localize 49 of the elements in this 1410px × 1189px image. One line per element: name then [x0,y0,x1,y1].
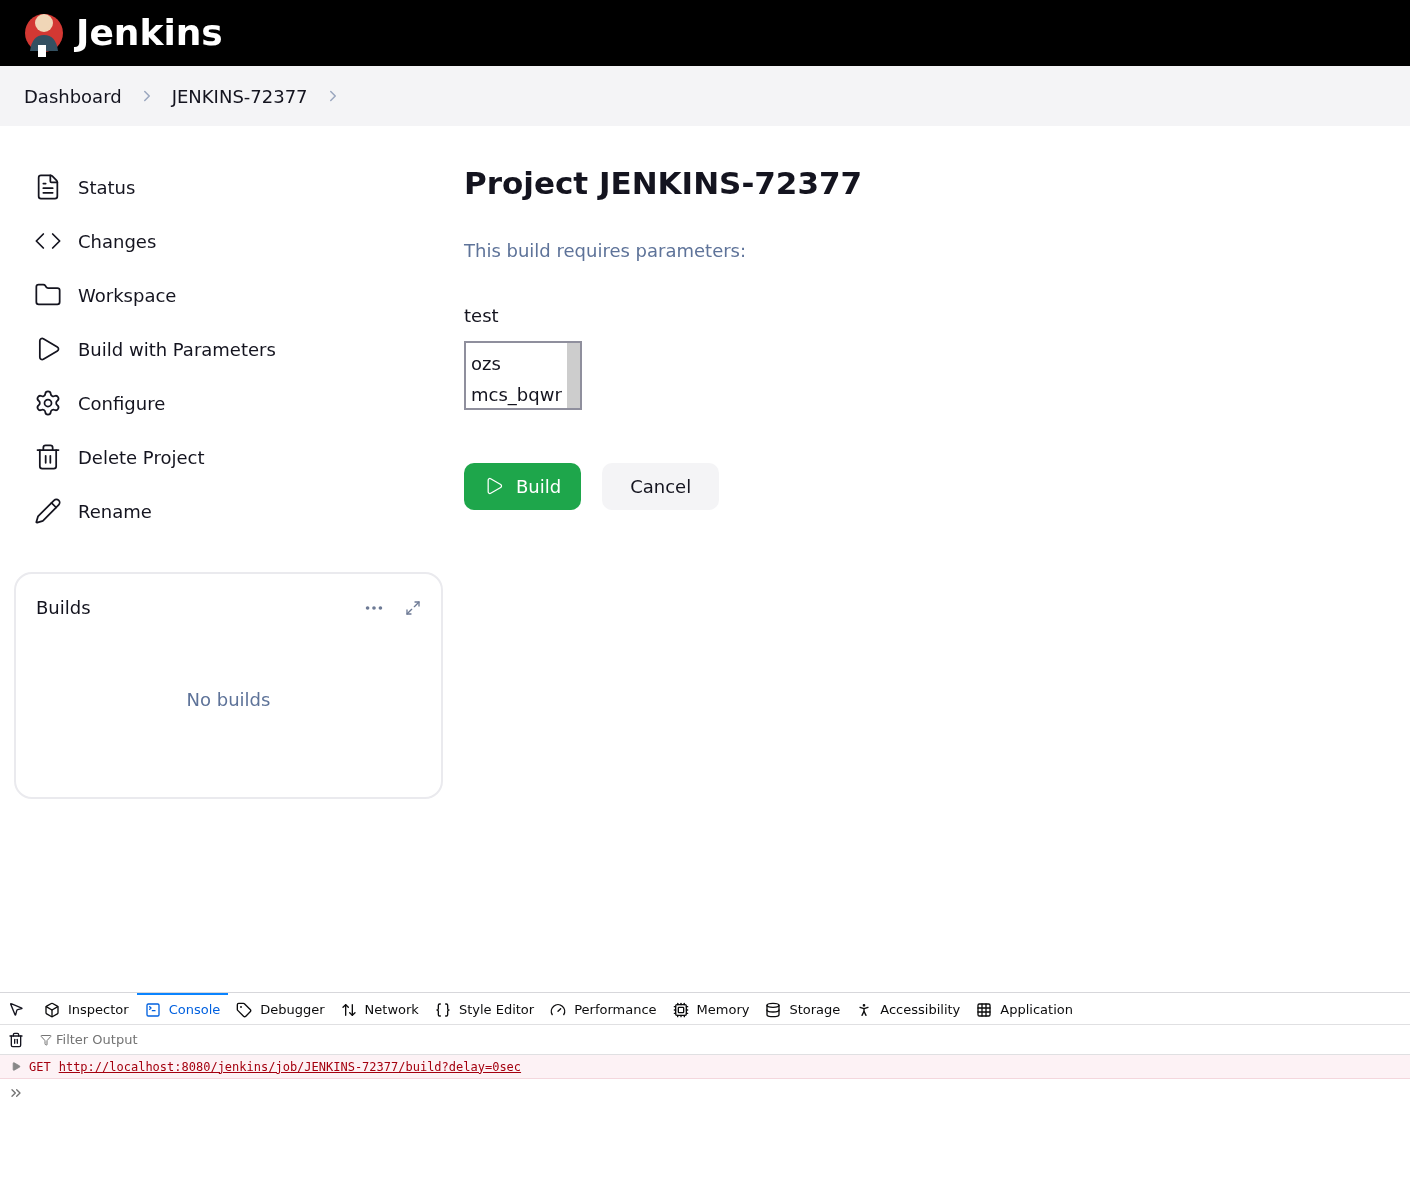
cancel-button[interactable]: Cancel [602,462,720,510]
sidebar-item[interactable]: Status [14,160,450,214]
gauge-icon [550,1001,567,1018]
devtools-tab[interactable]: Style Editor [426,992,543,1025]
page-title: Project JENKINS-72377 [464,164,863,203]
devtools-tab[interactable]: Network [332,992,427,1025]
sidebar-item[interactable]: Workspace [14,268,450,322]
sidebar-item[interactable]: Build with Parameters [14,322,450,376]
log-method: GET [29,1058,51,1076]
listbox-option[interactable]: ozs [471,347,562,379]
filter-icon [40,1033,52,1046]
log-url-link[interactable]: http://localhost:8080/jenkins/job/JENKINS-72377/build?delay=0sec [58,1057,522,1076]
breadcrumb-link[interactable]: JENKINS-72377 [171,82,308,110]
devtools-tab[interactable]: Application [968,992,1081,1025]
expand-triangle-icon[interactable] [12,1062,21,1071]
description-text: This build requires parameters: [464,238,747,263]
grid-icon [976,1001,993,1018]
chip-icon [672,1001,689,1018]
app-title[interactable]: Jenkins [76,6,223,60]
devtools-tab[interactable]: Inspector [36,992,137,1025]
devtools-tab[interactable]: Memory [664,992,758,1025]
empty-message: No builds [186,687,271,712]
parameter-label: test [464,303,499,328]
breadcrumb-link[interactable]: Dashboard [24,82,122,110]
devtools-tab[interactable]: Performance [542,992,665,1025]
devtools-tab[interactable]: Debugger [228,992,333,1025]
picker-icon[interactable] [8,1000,24,1017]
pencil-icon [34,497,62,525]
settings-icon [34,389,62,417]
parameter-listbox[interactable]: ozs mcs_bqwr [464,340,582,410]
terminal-icon [144,1001,161,1018]
database-icon [765,1001,782,1018]
sidebar-item[interactable]: Changes [14,214,450,268]
listbox-option[interactable]: mcs_bqwr [471,378,562,410]
box-icon [44,1001,60,1018]
devtools-tab[interactable]: Accessibility [848,992,969,1025]
arrows-icon [340,1001,357,1018]
filter-field[interactable]: Filter Output [56,1029,256,1050]
braces-icon [434,1001,451,1018]
trash-icon [34,443,62,471]
devtools-tab[interactable]: Console [136,992,229,1025]
tag-icon [236,1001,253,1018]
sidebar-item[interactable]: Delete Project [14,430,450,484]
sidebar-item[interactable]: Rename [14,484,450,538]
builds-title: Builds [36,596,91,620]
trash-icon[interactable] [8,1031,24,1048]
sidebar-item[interactable]: Configure [14,376,450,430]
expand-icon[interactable] [405,599,421,616]
devtools-tab[interactable]: Storage [757,992,849,1025]
